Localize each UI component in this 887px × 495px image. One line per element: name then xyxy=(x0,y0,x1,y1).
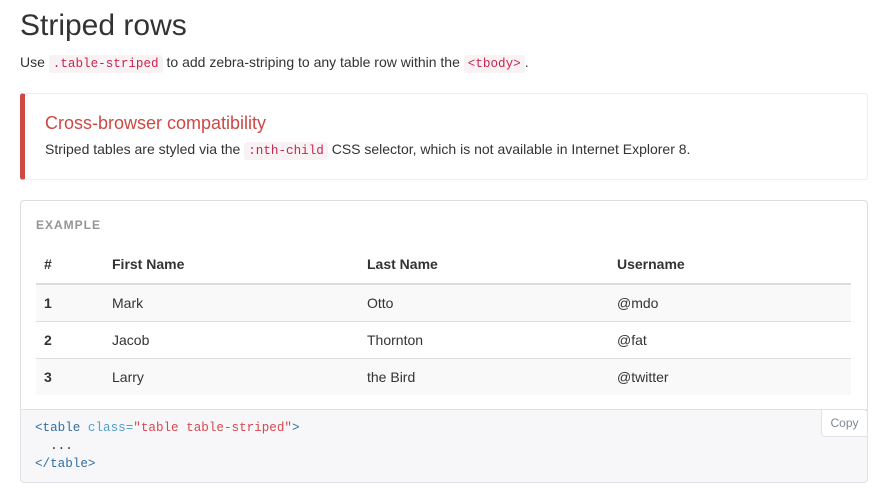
table-row: 2 Jacob Thornton @fat xyxy=(36,320,851,358)
code-tag-close: > xyxy=(291,421,300,435)
code-line-2: ... xyxy=(35,439,73,453)
striped-table: # First Name Last Name Username 1 Mark O… xyxy=(36,245,851,395)
cell-username: @fat xyxy=(609,320,851,358)
cell-username: @twitter xyxy=(609,357,851,395)
lead-text-before: Use xyxy=(20,54,49,70)
page-title: Striped rows xyxy=(20,9,187,42)
inline-code-nth-child: :nth-child xyxy=(244,142,328,160)
cell-number: 1 xyxy=(36,284,104,321)
cell-last-name: Thornton xyxy=(359,320,609,358)
table-row: 1 Mark Otto @mdo xyxy=(36,284,851,321)
header-first-name: First Name xyxy=(104,245,359,285)
copy-button[interactable]: Copy xyxy=(821,409,868,437)
code-tag-open: <table xyxy=(35,421,81,435)
code-attr-name: class= xyxy=(80,421,134,435)
cell-username: @mdo xyxy=(609,284,851,321)
cell-number: 3 xyxy=(36,357,104,395)
table-header-row: # First Name Last Name Username xyxy=(36,245,851,285)
lead-text-after: . xyxy=(524,54,529,70)
code-line-3: </table> xyxy=(35,457,96,471)
cell-last-name: Otto xyxy=(359,284,609,321)
code-snippet: <table class="table table-striped"> ... … xyxy=(20,409,868,483)
table-row: 3 Larry the Bird @twitter xyxy=(36,357,851,395)
code-line-1: <table class="table table-striped"> xyxy=(35,419,853,437)
callout-text: Striped tables are styled via the :nth-c… xyxy=(45,139,690,161)
warning-callout: Cross-browser compatibility Striped tabl… xyxy=(20,93,868,180)
example-panel: Example # First Name Last Name Username … xyxy=(20,200,868,410)
docs-page: Striped rows Use .table-striped to add z… xyxy=(0,0,887,495)
inline-code-tbody: <tbody> xyxy=(463,55,525,73)
callout-title: Cross-browser compatibility xyxy=(45,113,267,133)
cell-number: 2 xyxy=(36,320,104,358)
callout-text-after: CSS selector, which is not available in … xyxy=(327,141,691,157)
cell-first-name: Larry xyxy=(104,357,359,395)
callout-text-before: Striped tables are styled via the xyxy=(45,141,245,157)
cell-first-name: Mark xyxy=(104,284,359,321)
section-description: Use .table-striped to add zebra-striping… xyxy=(20,52,529,74)
lead-text-middle: to add zebra-striping to any table row w… xyxy=(162,54,464,70)
inline-code-table-striped: .table-striped xyxy=(48,55,163,73)
code-attr-value: "table table-striped" xyxy=(133,421,292,435)
header-last-name: Last Name xyxy=(359,245,609,285)
cell-last-name: the Bird xyxy=(359,357,609,395)
example-label: Example xyxy=(36,218,102,232)
cell-first-name: Jacob xyxy=(104,320,359,358)
header-number: # xyxy=(36,245,104,285)
header-username: Username xyxy=(609,245,851,285)
